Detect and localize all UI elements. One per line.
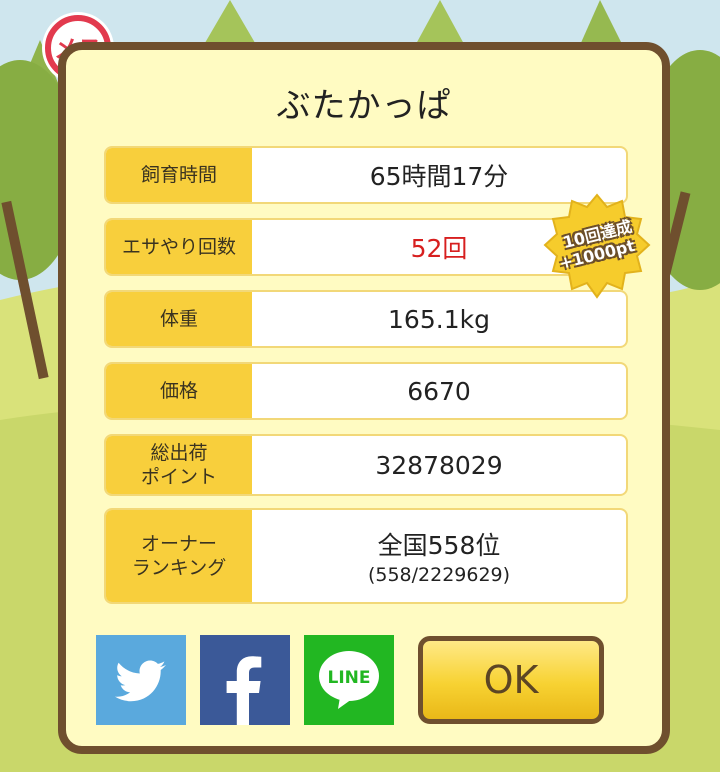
row-value: 6670 [407, 376, 471, 406]
row-label: 価格 [106, 364, 252, 418]
row-label: 飼育時間 [106, 148, 252, 202]
row-label: オーナー ランキング [106, 510, 252, 602]
row-total-shipping-points: 総出荷 ポイント 32878029 [104, 434, 628, 496]
line-icon: LINE [319, 651, 379, 709]
twitter-share-button[interactable] [96, 635, 186, 725]
ranking-value-block: 全国558位 (558/2229629) [252, 510, 626, 602]
ranking-detail: (558/2229629) [367, 564, 511, 586]
row-label: エサやり回数 [106, 220, 252, 274]
achievement-badge: 10回達成 +1000pt [543, 193, 651, 301]
line-label: LINE [328, 668, 371, 688]
status-card: ぶたかっぱ 飼育時間 65時間17分 エサやり回数 52回 体重 165.1kg… [58, 42, 670, 754]
row-owner-ranking: オーナー ランキング 全国558位 (558/2229629) [104, 508, 628, 604]
facebook-f-icon [226, 656, 262, 725]
ok-button[interactable]: OK [418, 636, 604, 724]
pig-name-title: ぶたかっぱ [276, 86, 452, 126]
row-value: 32878029 [375, 450, 503, 480]
row-price: 価格 6670 [104, 362, 628, 420]
row-label: 総出荷 ポイント [106, 436, 252, 494]
facebook-share-button[interactable] [200, 635, 290, 725]
row-label: 体重 [106, 292, 252, 346]
row-value: 全国558位 [377, 531, 501, 560]
line-share-button[interactable]: LINE [304, 635, 394, 725]
twitter-bird-icon [114, 660, 166, 702]
